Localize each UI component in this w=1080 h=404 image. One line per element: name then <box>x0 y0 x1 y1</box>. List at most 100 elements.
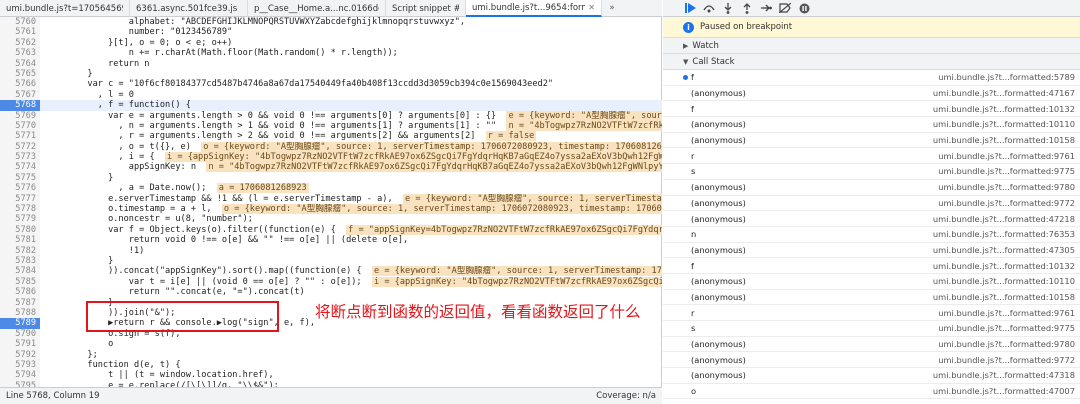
line-number[interactable]: 5788 <box>0 307 40 319</box>
call-stack-frame[interactable]: (anonymous)p__Case.async.4ed4f204.js:1 <box>663 399 1080 404</box>
code-line[interactable]: 5775 } <box>0 172 662 184</box>
line-number[interactable]: 5782 <box>0 245 40 256</box>
frame-location-link[interactable]: umi.bundle.js?t...formatted:47218 <box>933 214 1075 224</box>
line-number[interactable]: 5766 <box>0 79 40 90</box>
code-line[interactable]: 5764 return n <box>0 58 662 69</box>
line-number[interactable]: 5760 <box>0 17 40 28</box>
line-number[interactable]: 5775 <box>0 172 40 184</box>
frame-location-link[interactable]: umi.bundle.js?t...formatted:47318 <box>933 370 1075 380</box>
code-line[interactable]: 5763 n += r.charAt(Math.floor(Math.rando… <box>0 48 662 59</box>
frame-location-link[interactable]: umi.bundle.js?t...formatted:10158 <box>933 135 1075 145</box>
call-stack-frame[interactable]: f umi.bundle.js?t...formatted:5789 <box>663 70 1080 86</box>
frame-location-link[interactable]: umi.bundle.js?t...formatted:9772 <box>938 198 1075 208</box>
code-line[interactable]: 5767 , l = 0 <box>0 89 662 101</box>
line-number[interactable]: 5784 <box>0 266 40 277</box>
code-line[interactable]: 5785 var t = i[e] || (void 0 == o[e] ? "… <box>0 276 662 288</box>
call-stack-frame[interactable]: (anonymous) umi.bundle.js?t...formatted:4… <box>663 368 1080 384</box>
frame-location-link[interactable]: umi.bundle.js?t...formatted:76353 <box>933 229 1075 239</box>
call-stack-frame[interactable]: (anonymous) umi.bundle.js?t...formatted:1… <box>663 274 1080 290</box>
code-line[interactable]: 5793 function d(e, t) { <box>0 359 662 371</box>
frame-location-link[interactable]: umi.bundle.js?t...formatted:9761 <box>938 151 1075 161</box>
editor-tab[interactable]: 6361.async.501fce39.js <box>130 0 248 17</box>
line-number[interactable]: 5787 <box>0 297 40 308</box>
code-line[interactable]: 5782 !1) <box>0 245 662 256</box>
code-line[interactable]: 5770 , n = arguments.length > 1 && void … <box>0 120 662 132</box>
code-line[interactable]: 5791 o <box>0 339 662 350</box>
line-number[interactable]: 5776 <box>0 183 40 194</box>
line-number[interactable]: 5786 <box>0 287 40 298</box>
call-stack-frame[interactable]: (anonymous) umi.bundle.js?t...formatted:9… <box>663 352 1080 369</box>
code-line[interactable]: 5768 , f = function() { <box>0 100 662 111</box>
breakpoint-line-number[interactable]: 5768 <box>0 100 40 111</box>
line-number[interactable]: 5774 <box>0 162 40 173</box>
call-stack-frame[interactable]: (anonymous) umi.bundle.js?t...formatted:9… <box>663 337 1080 353</box>
frame-location-link[interactable]: umi.bundle.js?t...formatted:10132 <box>933 261 1075 271</box>
breakpoint-line-number[interactable]: 5789 <box>0 318 40 329</box>
line-number[interactable]: 5772 <box>0 141 40 153</box>
editor-tab[interactable]: p__Case__Home.a...nc.0166dc94.js <box>248 0 386 17</box>
call-stack-frame[interactable]: (anonymous) umi.bundle.js?t...formatted:1… <box>663 133 1080 149</box>
code-line[interactable]: 5786 return "".concat(e, "=").concat(t) <box>0 287 662 298</box>
line-number[interactable]: 5773 <box>0 152 40 163</box>
call-stack-frame[interactable]: r umi.bundle.js?t...formatted:9761 <box>663 148 1080 165</box>
frame-location-link[interactable]: umi.bundle.js?t...formatted:9772 <box>938 355 1075 365</box>
step-over-icon[interactable] <box>702 1 716 15</box>
line-number[interactable]: 5781 <box>0 235 40 246</box>
line-number[interactable]: 5763 <box>0 48 40 59</box>
call-stack-frame[interactable]: (anonymous) umi.bundle.js?t...formatted:1… <box>663 117 1080 133</box>
call-stack-frame[interactable]: s umi.bundle.js?t...formatted:9775 <box>663 321 1080 337</box>
call-stack-frame[interactable]: s umi.bundle.js?t...formatted:9775 <box>663 164 1080 180</box>
step-icon[interactable] <box>759 1 773 15</box>
call-stack-frame[interactable]: n umi.bundle.js?t...formatted:76353 <box>663 227 1080 243</box>
code-line[interactable]: 5778 o.timestamp = a + l, o = {keyword: … <box>0 204 662 215</box>
frame-location-link[interactable]: umi.bundle.js?t...formatted:9780 <box>938 182 1075 192</box>
code-line[interactable]: 5761 number: "0123456789" <box>0 27 662 38</box>
code-line[interactable]: 5769 var e = arguments.length > 0 && voi… <box>0 110 662 121</box>
code-line[interactable]: 5781 return void 0 !== o[e] && "" !== o[… <box>0 235 662 246</box>
frame-location-link[interactable]: umi.bundle.js?t...formatted:10110 <box>933 276 1075 286</box>
line-number[interactable]: 5767 <box>0 89 40 101</box>
code-line[interactable]: 5792 }; <box>0 349 662 360</box>
call-stack-frame[interactable]: (anonymous) umi.bundle.js?t...formatted:1… <box>663 290 1080 306</box>
call-stack-frame[interactable]: (anonymous) umi.bundle.js?t...formatted:9… <box>663 180 1080 196</box>
line-number[interactable]: 5771 <box>0 131 40 142</box>
code-line[interactable]: 5765 } <box>0 68 662 80</box>
line-number[interactable]: 5765 <box>0 68 40 80</box>
frame-location-link[interactable]: umi.bundle.js?t...formatted:9780 <box>938 339 1075 349</box>
code-line[interactable]: 5771 , r = arguments.length > 2 && void … <box>0 131 662 142</box>
line-number[interactable]: 5778 <box>0 204 40 215</box>
resume-icon[interactable] <box>683 1 697 15</box>
watch-section-header[interactable]: ▶ Watch <box>663 38 1080 54</box>
editor-tab[interactable]: Script snippet #1 <box>386 0 466 17</box>
step-out-icon[interactable] <box>740 1 754 15</box>
code-line[interactable]: 5772 , o = t({}, e) o = {keyword: "A型胸腺瘤… <box>0 141 662 153</box>
frame-location-link[interactable]: umi.bundle.js?t...formatted:47305 <box>933 245 1075 255</box>
line-number[interactable]: 5761 <box>0 27 40 38</box>
call-stack-frame[interactable]: (anonymous) umi.bundle.js?t...formatted:9… <box>663 196 1080 212</box>
editor-tab[interactable]: umi.bundle.js?t=1705645699654 <box>0 0 130 17</box>
call-stack-frame[interactable]: (anonymous) umi.bundle.js?t...formatted:4… <box>663 211 1080 227</box>
code-line[interactable]: 5762 }[t], o = 0; o < e; o++) <box>0 37 662 49</box>
cursor-position[interactable]: Line 5768, Column 19 <box>6 391 100 401</box>
deactivate-breakpoints-icon[interactable] <box>778 1 792 15</box>
step-into-icon[interactable] <box>721 1 735 15</box>
code-line[interactable]: 5780 var f = Object.keys(o).filter((func… <box>0 224 662 236</box>
line-number[interactable]: 5792 <box>0 349 40 360</box>
close-icon[interactable]: ✕ <box>588 0 595 16</box>
tab-overflow-button[interactable]: » <box>602 0 622 16</box>
frame-location-link[interactable]: umi.bundle.js?t...formatted:5789 <box>938 72 1075 82</box>
code-line[interactable]: 5777 e.serverTimestamp && !1 && (l = e.s… <box>0 193 662 205</box>
code-line[interactable]: 5776 , a = Date.now(); a = 1706081268923 <box>0 183 662 194</box>
line-number[interactable]: 5793 <box>0 359 40 371</box>
frame-location-link[interactable]: umi.bundle.js?t...formatted:10158 <box>933 292 1075 302</box>
callstack-section-header[interactable]: ▼ Call Stack <box>663 54 1080 70</box>
code-line[interactable]: 5760 alphabet: "ABCDEFGHIJKLMNOPQRSTUVWX… <box>0 17 662 28</box>
line-number[interactable]: 5785 <box>0 276 40 288</box>
line-number[interactable]: 5780 <box>0 224 40 236</box>
code-line[interactable]: 5784 )).concat("appSignKey").sort().map(… <box>0 266 662 277</box>
line-number[interactable]: 5769 <box>0 110 40 121</box>
code-line[interactable]: 5779 o.noncestr = u(8, "number"); <box>0 214 662 225</box>
call-stack-frame[interactable]: (anonymous) umi.bundle.js?t...formatted:4… <box>663 243 1080 259</box>
line-number[interactable]: 5762 <box>0 37 40 49</box>
frame-location-link[interactable]: umi.bundle.js?t...formatted:10132 <box>933 104 1075 114</box>
